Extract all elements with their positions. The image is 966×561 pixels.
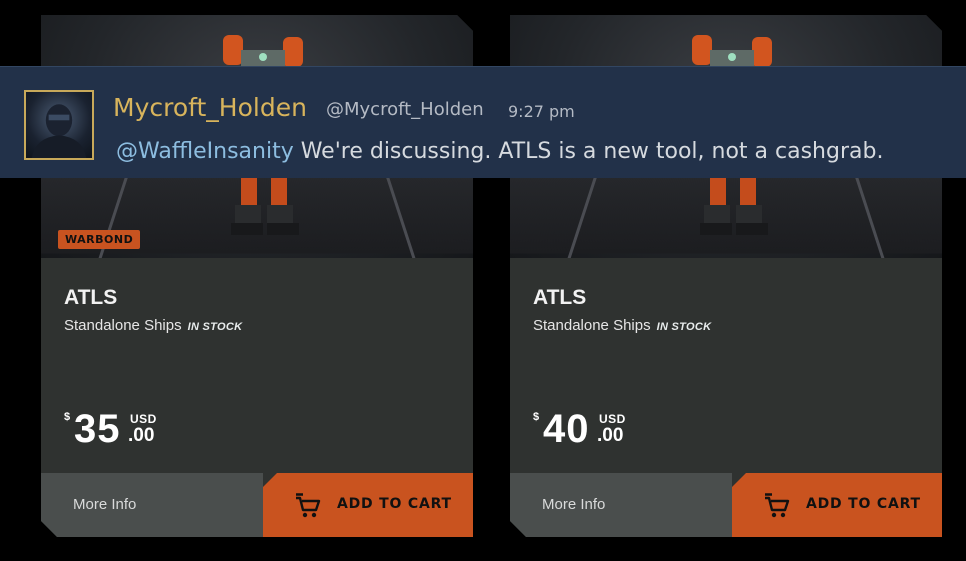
stock-status: IN STOCK: [656, 321, 712, 333]
chat-handle[interactable]: @Mycroft_Holden: [326, 99, 484, 120]
category-label: Standalone Ships: [533, 317, 651, 334]
chat-mention[interactable]: @WaffleInsanity: [116, 139, 294, 164]
cart-icon: [764, 493, 790, 519]
price-currency-symbol: $: [64, 411, 71, 423]
cart-icon: [295, 493, 321, 519]
price-cents: .00: [597, 425, 624, 446]
add-to-cart-button[interactable]: ADD TO CART: [263, 473, 473, 537]
add-to-cart-label: ADD TO CART: [337, 496, 452, 512]
add-to-cart-label: ADD TO CART: [806, 496, 921, 512]
more-info-label: More Info: [73, 496, 137, 513]
add-to-cart-button[interactable]: ADD TO CART: [732, 473, 942, 537]
price-currency-symbol: $: [533, 411, 540, 423]
product-category: Standalone Ships IN STOCK: [64, 317, 242, 334]
price-whole: 40: [543, 407, 590, 451]
chat-timestamp: 9:27 pm: [508, 102, 575, 121]
more-info-button[interactable]: More Info: [41, 473, 263, 537]
price-currency: USD: [130, 412, 157, 426]
more-info-button[interactable]: More Info: [510, 473, 732, 537]
price-currency: USD: [599, 412, 626, 426]
stock-status: IN STOCK: [187, 321, 243, 333]
chat-message-overlay: Mycroft_Holden @Mycroft_Holden 9:27 pm @…: [0, 66, 966, 178]
chat-message-body: We're discussing. ATLS is a new tool, no…: [293, 139, 884, 164]
avatar[interactable]: [24, 90, 94, 160]
chat-message-text: @WaffleInsanity We're discussing. ATLS i…: [116, 139, 883, 164]
product-title: ATLS: [64, 286, 118, 309]
category-label: Standalone Ships: [64, 317, 182, 334]
more-info-label: More Info: [542, 496, 606, 513]
warbond-badge: WARBOND: [58, 230, 140, 249]
chat-username[interactable]: Mycroft_Holden: [113, 93, 307, 122]
price-cents: .00: [128, 425, 155, 446]
product-category: Standalone Ships IN STOCK: [533, 317, 711, 334]
price-whole: 35: [74, 407, 121, 451]
product-title: ATLS: [533, 286, 587, 309]
